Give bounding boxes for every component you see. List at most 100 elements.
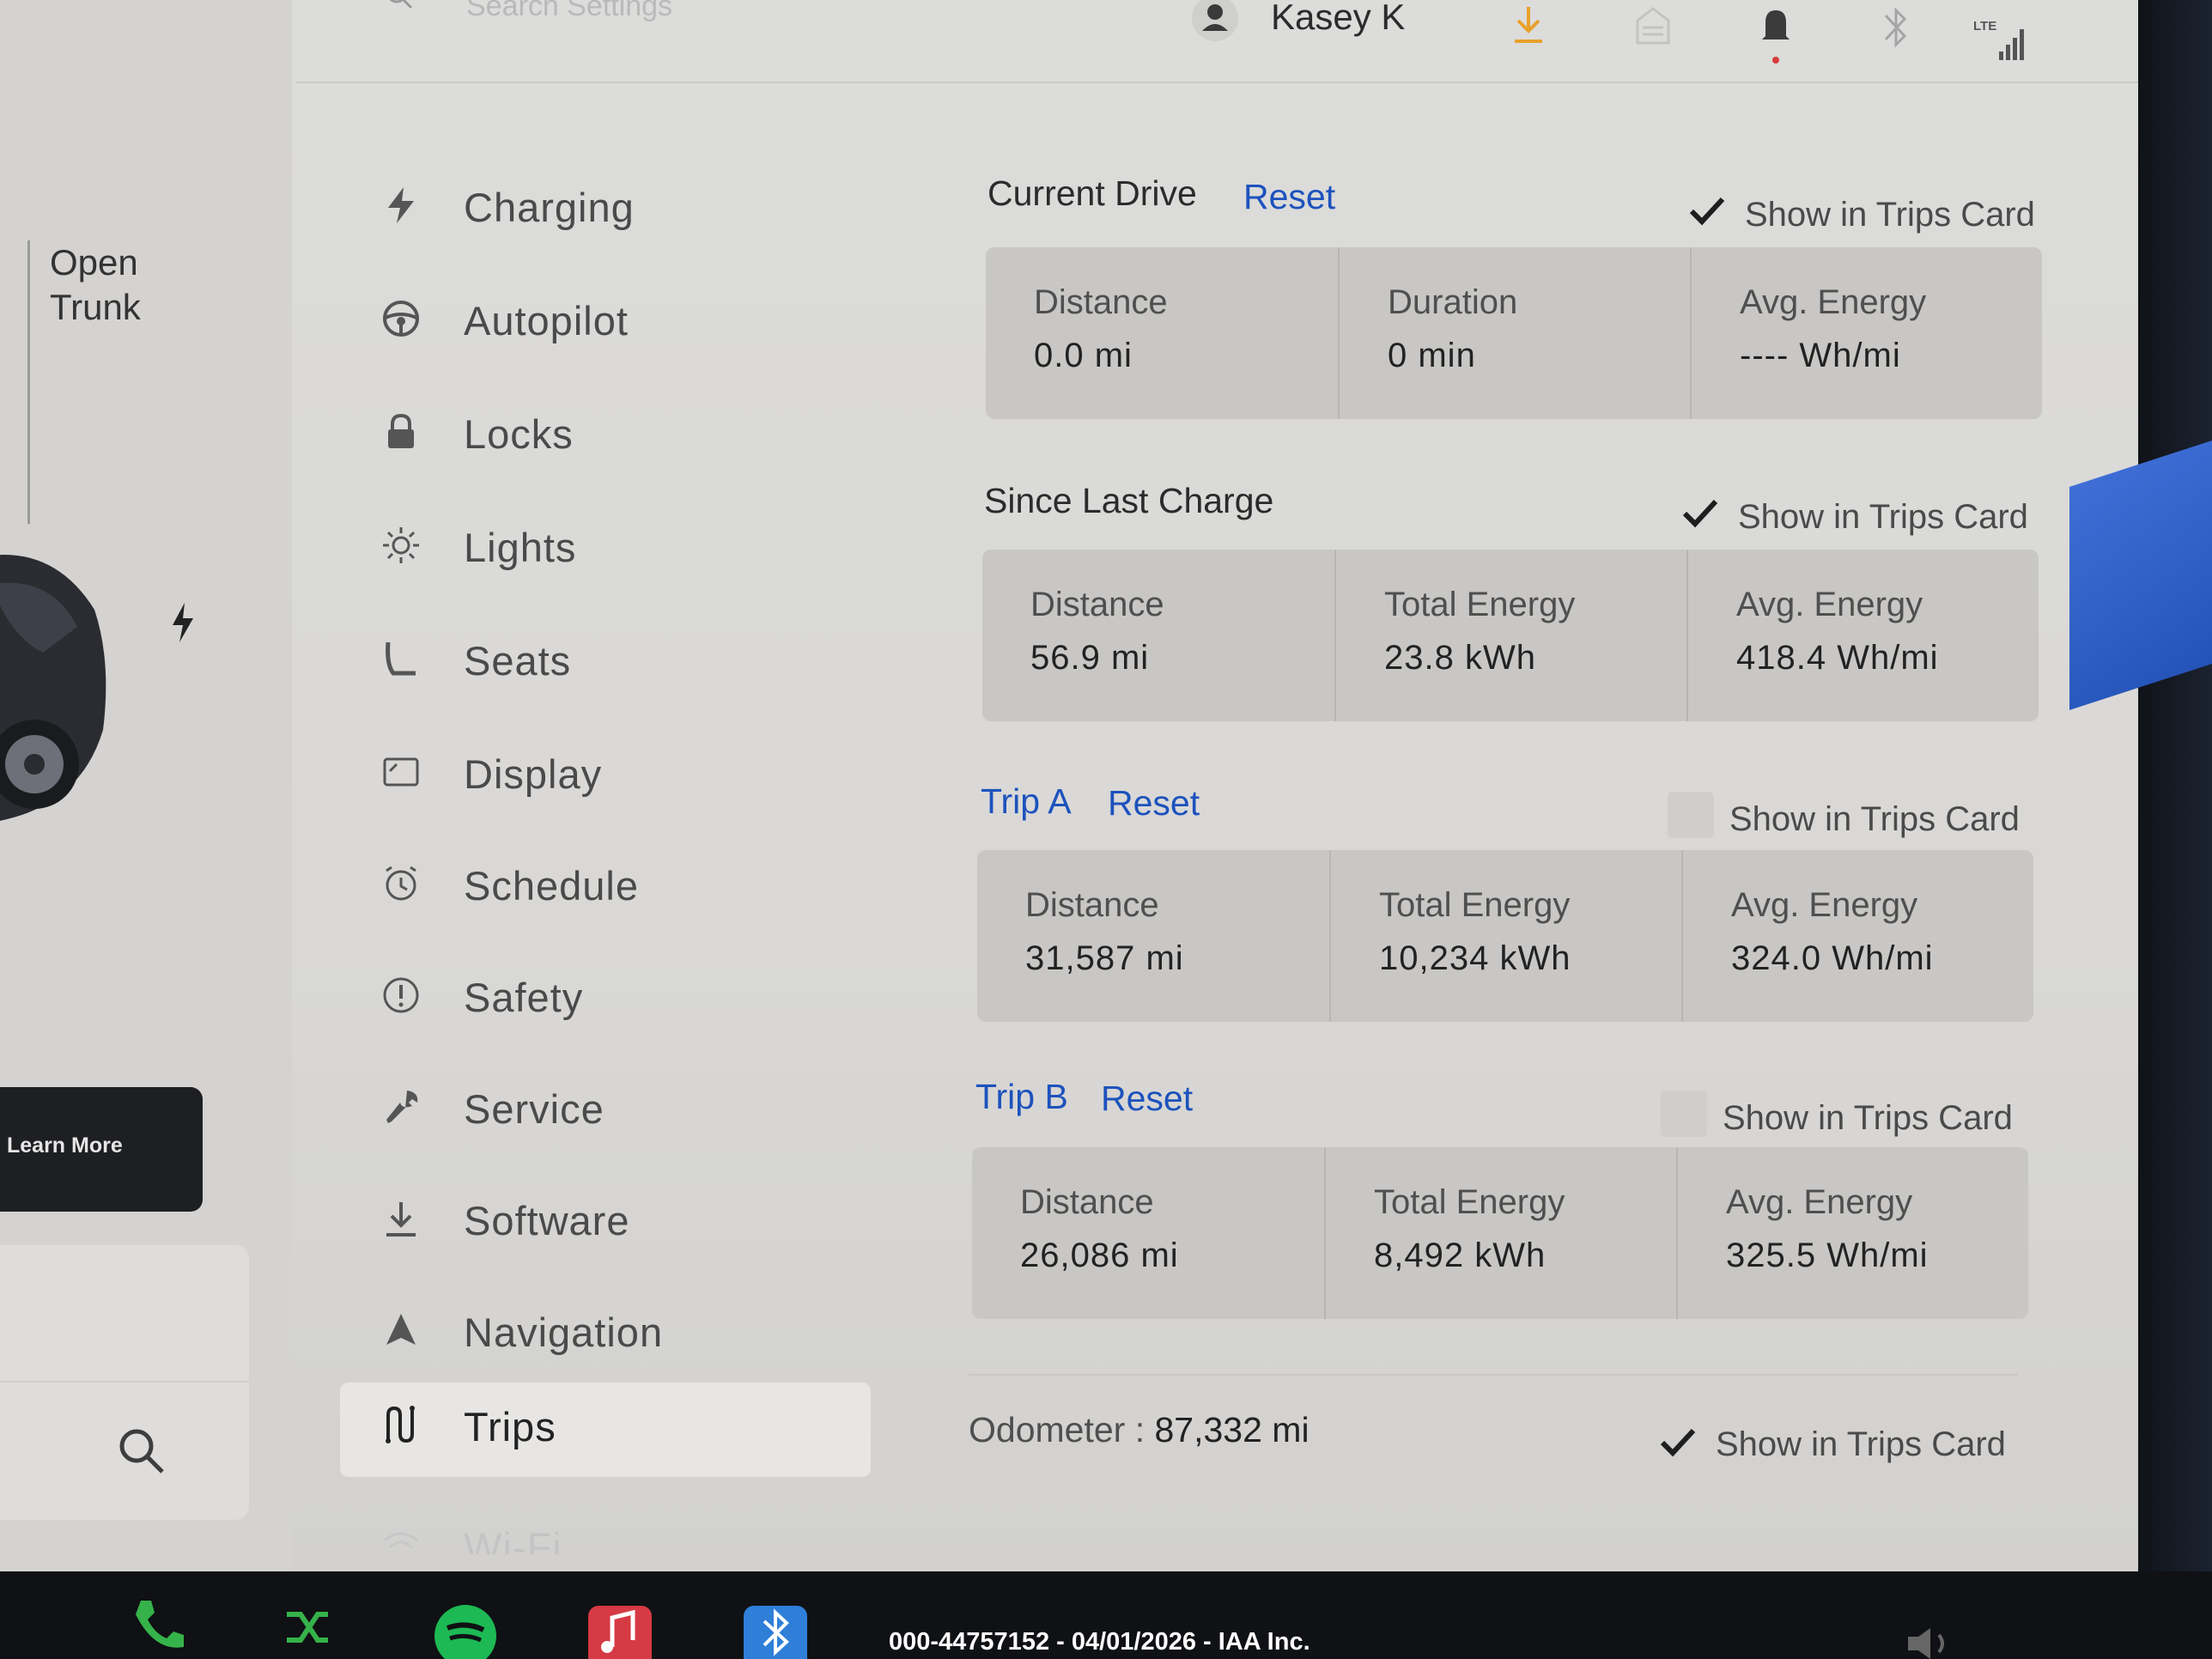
trip-a-stats: Distance 31,587 mi Total Energy 10,234 kWh… [977,850,2033,1022]
bolt-icon [388,187,414,223]
stat-value: 56.9 mi [1030,639,1150,677]
stat-value: 23.8 kWh [1384,639,1536,677]
download-icon[interactable] [1510,3,1547,46]
menu-item-display[interactable]: Display [369,730,876,821]
stat-cell: Distance 26,086 mi [972,1147,1324,1319]
phone-icon[interactable] [129,1595,189,1656]
current-drive-reset-button[interactable]: Reset [1243,177,1335,217]
odometer-value: 87,332 mi [1154,1410,1310,1449]
current-drive-show-label[interactable]: Show in Trips Card [1745,196,2035,234]
touchscreen: Search Settings Kasey K LTE Open Trunk L… [0,0,2138,1571]
steering-wheel-icon [383,301,419,337]
since-last-charge-stats: Distance 56.9 mi Total Energy 23.8 kWh Avg… [982,550,2039,721]
stat-cell: Duration 0 min [1338,247,1692,419]
stat-value: 0 min [1388,337,1476,374]
stat-label: Total Energy [1374,1183,1565,1221]
stat-cell: Avg. Energy 418.4 Wh/mi [1686,550,2040,721]
divider [27,240,30,524]
menu-item-label: Seats [464,638,572,684]
stat-value: 8,492 kWh [1374,1237,1547,1274]
trips-icon [386,1406,415,1443]
seat-icon [386,641,416,676]
menu-item-label: Safety [464,975,584,1020]
trip-a-show-label[interactable]: Show in Trips Card [1729,800,2020,839]
trip-a-checkbox[interactable] [1668,792,1714,838]
stat-cell: Total Energy 10,234 kWh [1329,850,1683,1022]
search-icon[interactable] [385,0,414,10]
open-trunk-button[interactable]: Open Trunk [50,240,141,330]
bluetooth-app-icon[interactable] [744,1606,807,1659]
stat-label: Total Energy [1384,586,1576,623]
learn-more-button[interactable]: Learn More [0,1087,203,1212]
stat-value: 10,234 kWh [1379,939,1571,977]
trip-b-reset-button[interactable]: Reset [1101,1079,1193,1119]
menu-item-locks[interactable]: Locks [369,390,876,481]
odometer-checkbox-checked-icon[interactable] [1656,1420,1700,1465]
menu-item-navigation[interactable]: Navigation [369,1288,876,1379]
user-name[interactable]: Kasey K [1271,0,1405,38]
divider [969,1374,2018,1376]
learn-more-label: Learn More [7,1133,123,1158]
current-drive-title: Current Drive [988,173,1197,213]
stat-label: Distance [1034,283,1168,321]
odometer-show-label[interactable]: Show in Trips Card [1716,1425,2006,1464]
stat-label: Total Energy [1379,886,1571,924]
menu-item-charging[interactable]: Charging [369,163,876,254]
menu-item-service[interactable]: Service [369,1065,876,1156]
menu-item-label: Wi-Fi [464,1524,562,1554]
search-icon[interactable] [116,1425,167,1477]
trip-b-checkbox[interactable] [1661,1091,1707,1137]
volume-icon[interactable] [1905,1626,1956,1659]
trip-b-stats: Distance 26,086 mi Total Energy 8,492 kWh … [972,1147,2028,1319]
menu-item-seats[interactable]: Seats [369,617,876,708]
trip-a-title[interactable]: Trip A [981,781,1072,822]
photo-caption: 000-44757152 - 04/01/2026 - IAA Inc. [889,1628,1310,1656]
trip-b-show-label[interactable]: Show in Trips Card [1723,1099,2013,1138]
trip-b-title[interactable]: Trip B [975,1077,1068,1117]
vehicle-panel: Open Trunk Learn More [0,0,292,1571]
navigation-arrow-icon [386,1314,416,1345]
bell-icon[interactable] [1757,3,1795,64]
screen-reflection [2069,441,2212,710]
user-avatar-icon[interactable] [1192,0,1238,41]
menu-item-wifi[interactable]: Wi-Fi [369,1503,876,1554]
menu-item-label: Autopilot [464,298,629,343]
music-icon[interactable] [588,1606,652,1659]
stat-value: 26,086 mi [1020,1237,1179,1274]
menu-item-label: Locks [464,411,574,457]
spotify-icon[interactable] [434,1604,497,1659]
stat-label: Distance [1020,1183,1154,1221]
stat-label: Distance [1025,886,1159,924]
quick-search-card [0,1245,249,1520]
stat-cell: Distance 0.0 mi [986,247,1338,419]
stat-value: 418.4 Wh/mi [1736,639,1939,677]
menu-item-trips[interactable]: Trips [340,1382,871,1477]
divider [0,1381,249,1382]
menu-item-autopilot[interactable]: Autopilot [369,276,876,368]
sun-icon [383,527,419,563]
since-last-charge-checkbox-checked-icon[interactable] [1678,491,1723,536]
menu-item-software[interactable]: Software [369,1176,876,1267]
menu-item-safety[interactable]: Safety [369,953,876,1044]
stat-label: Avg. Energy [1726,1183,1913,1221]
since-last-charge-show-label[interactable]: Show in Trips Card [1738,498,2028,537]
since-last-charge-title: Since Last Charge [984,481,1274,520]
stat-label: Avg. Energy [1731,886,1918,924]
menu-item-lights[interactable]: Lights [369,503,876,594]
stat-cell: Total Energy 23.8 kWh [1334,550,1688,721]
menu-item-label: Trips [464,1404,556,1449]
trip-a-reset-button[interactable]: Reset [1108,783,1200,823]
menu-item-schedule[interactable]: Schedule [369,842,876,933]
menu-item-label: Charging [464,185,635,230]
charging-bolt-icon [173,603,193,642]
stat-value: 31,587 mi [1025,939,1184,977]
menu-item-label: Lights [464,525,577,570]
bluetooth-icon[interactable] [1881,3,1911,52]
search-settings-input[interactable]: Search Settings [466,0,672,23]
stat-value: 324.0 Wh/mi [1731,939,1934,977]
menu-item-label: Navigation [464,1310,664,1355]
shuffle-icon[interactable] [283,1606,335,1649]
menu-item-label: Schedule [464,863,639,908]
current-drive-checkbox-checked-icon[interactable] [1685,189,1729,234]
garage-icon[interactable] [1634,3,1672,46]
